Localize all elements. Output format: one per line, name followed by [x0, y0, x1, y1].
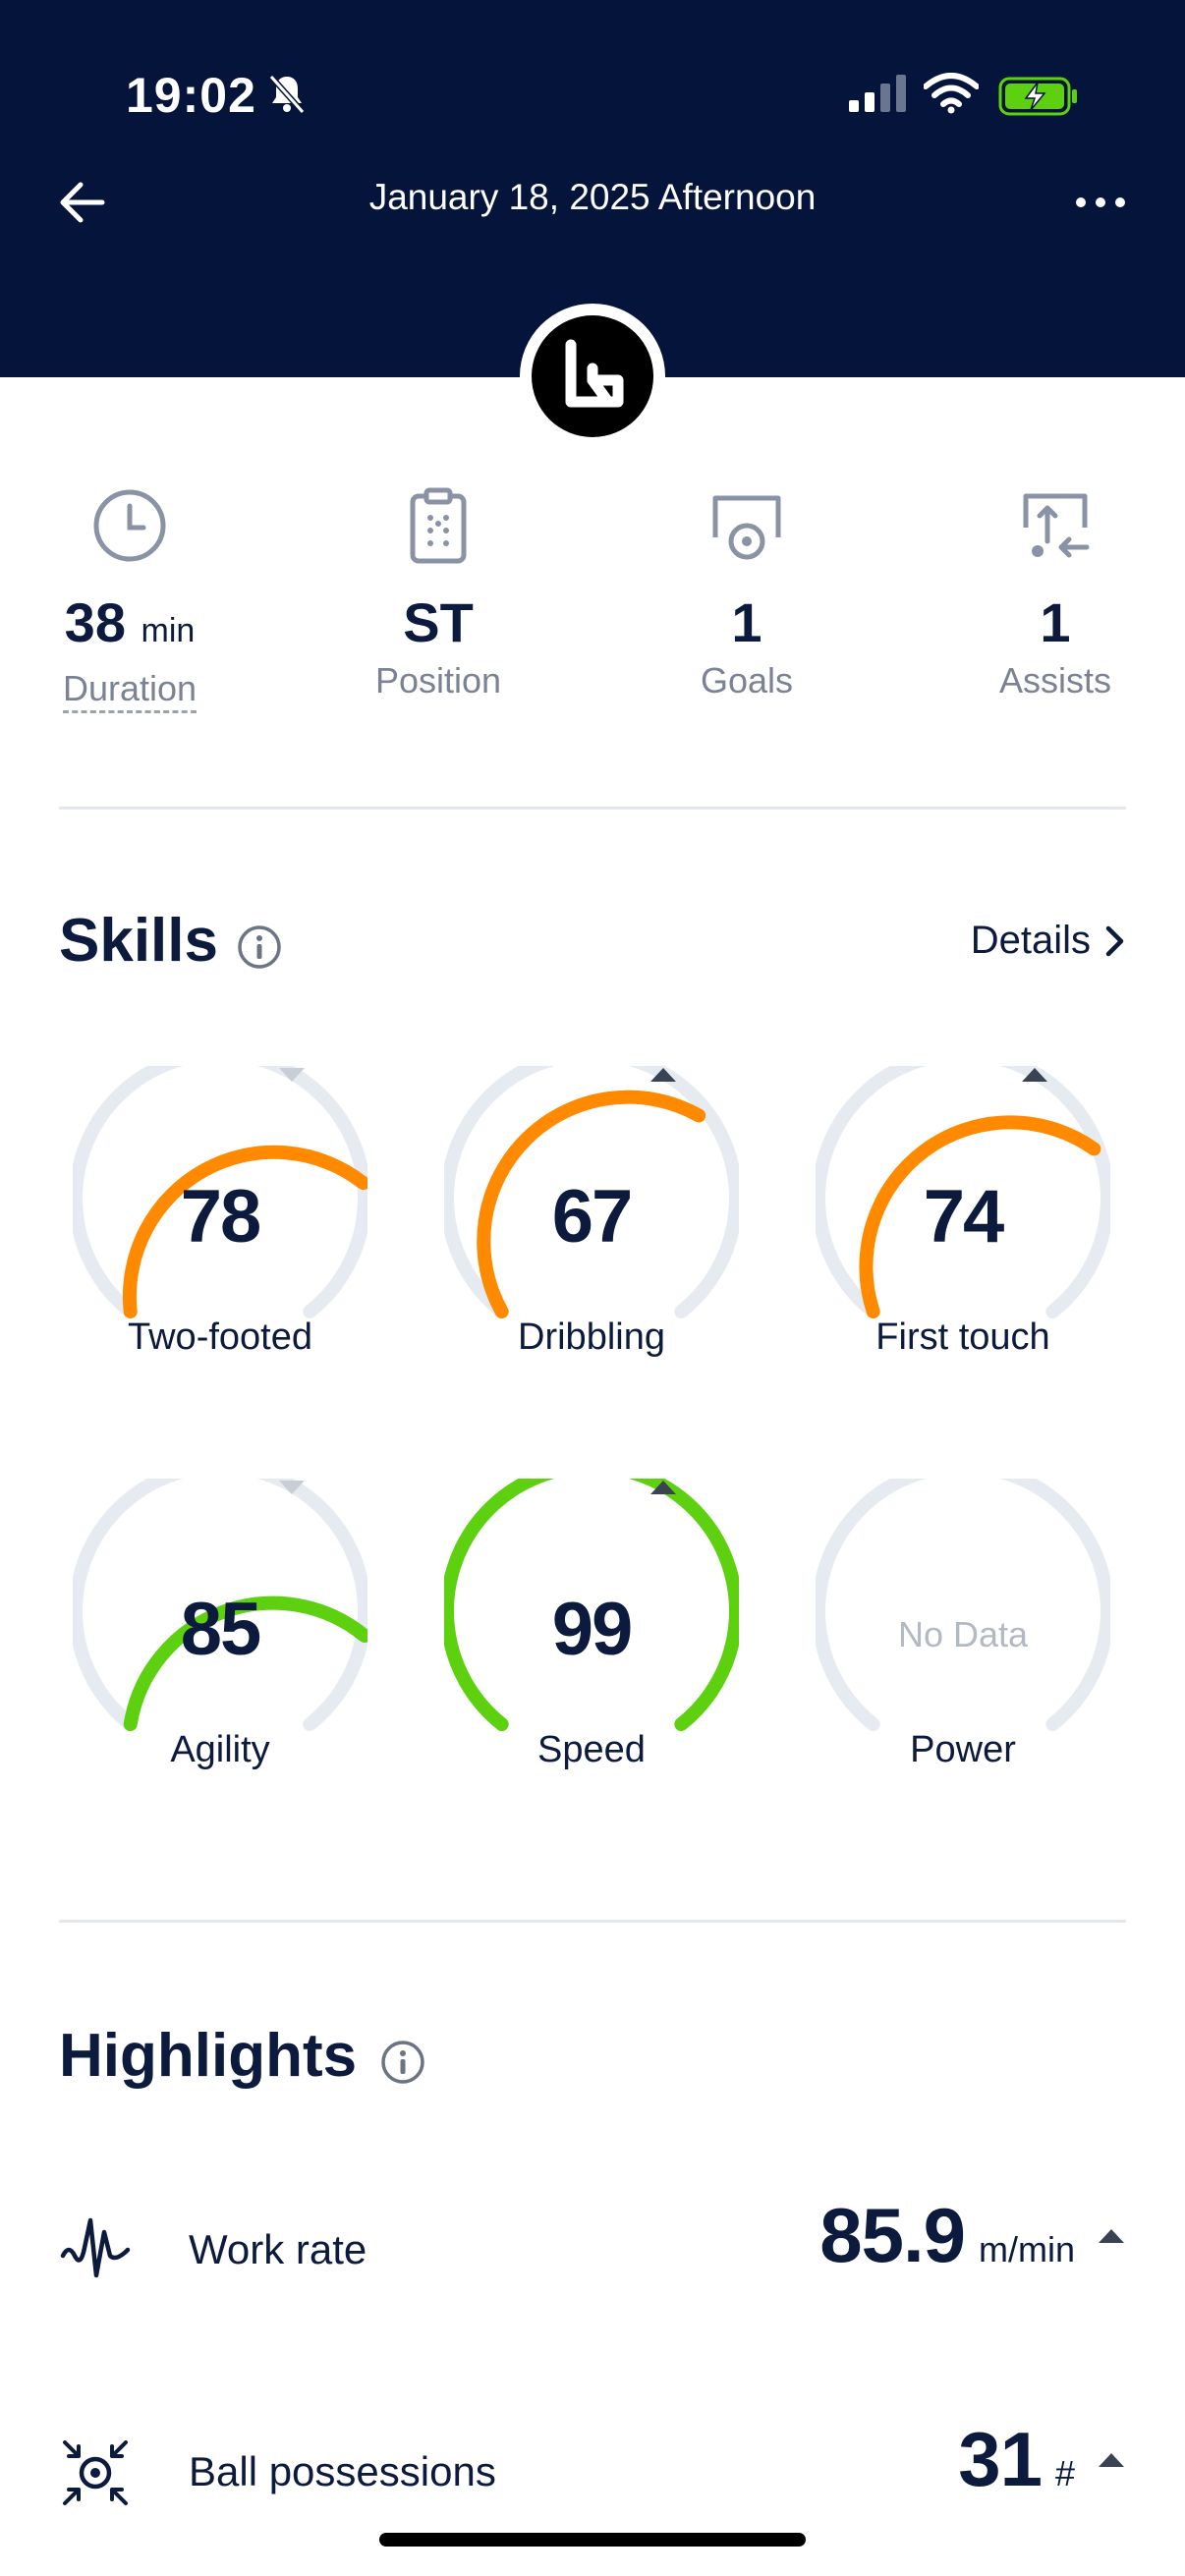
skill-gauge-speed[interactable]: 99 Speed: [444, 1479, 768, 1793]
skill-value: 67: [551, 1175, 634, 1259]
highlight-work-rate[interactable]: Work rate 85.9 m/min: [59, 2191, 1126, 2309]
highlight-value: 31: [958, 2416, 1043, 2502]
chevron-right-icon: [1105, 925, 1124, 956]
skill-label: Speed: [537, 1729, 646, 1770]
goal-icon: [712, 495, 781, 560]
assist-icon: [1023, 493, 1090, 558]
skill-gauge-agility[interactable]: 85 Agility: [73, 1479, 397, 1793]
stat-unit: min: [141, 612, 196, 649]
skill-value: 74: [923, 1175, 1005, 1259]
wifi-icon: [924, 73, 979, 114]
skill-value: 78: [180, 1175, 262, 1259]
highlight-unit: m/min: [979, 2229, 1075, 2269]
stat-value: 38: [64, 591, 126, 653]
home-indicator[interactable]: [379, 2533, 806, 2547]
divider: [59, 1920, 1126, 1923]
skills-details-link[interactable]: Details: [971, 919, 1126, 963]
highlights-title: Highlights: [59, 2022, 358, 2090]
skills-title: Skills: [59, 907, 218, 975]
skill-label: First touch: [875, 1316, 1050, 1358]
stat-value: ST: [403, 591, 474, 653]
stat-label: Assists: [998, 660, 1111, 700]
skill-no-data: No Data: [897, 1614, 1029, 1654]
clock-icon: [93, 489, 166, 562]
trend-up-icon: [1099, 2452, 1124, 2467]
stat-goals: 1 Goals: [619, 481, 875, 703]
skill-value: 99: [551, 1588, 634, 1671]
stat-position: ST Position: [310, 481, 566, 703]
skill-gauge-power[interactable]: No Data Power: [816, 1479, 1140, 1793]
highlight-unit: #: [1054, 2453, 1075, 2493]
skill-gauge-two-footed[interactable]: 78 Two-footed: [73, 1066, 397, 1380]
stat-value: 1: [1040, 591, 1071, 653]
trend-down-icon: [279, 1481, 305, 1494]
stat-label: Goals: [700, 660, 794, 700]
divider: [59, 807, 1126, 810]
highlight-label: Ball possessions: [189, 2448, 496, 2494]
stat-label: Duration: [62, 668, 198, 713]
stat-duration[interactable]: 38 min Duration: [2, 481, 257, 713]
signal-icon: [849, 75, 906, 112]
trend-down-icon: [279, 1068, 305, 1082]
status-time: 19:02: [126, 68, 256, 123]
highlight-value-group: 85.9 m/min: [819, 2191, 1126, 2280]
trend-up-icon: [650, 1481, 676, 1494]
battery-charging-icon: [998, 77, 1077, 116]
skill-value: 85: [180, 1588, 262, 1671]
skill-label: Power: [910, 1729, 1016, 1770]
details-label: Details: [970, 919, 1091, 962]
highlight-ball-possessions[interactable]: Ball possessions 31 #: [59, 2415, 1126, 2533]
highlight-value-group: 31 #: [958, 2415, 1126, 2504]
stat-value: 1: [731, 591, 762, 653]
stat-label: Position: [374, 660, 502, 700]
skill-gauge-first-touch[interactable]: 74 First touch: [816, 1066, 1140, 1380]
page-title: January 18, 2025 Afternoon: [368, 177, 817, 217]
info-icon[interactable]: [379, 2039, 426, 2086]
session-stats: 38 min Duration ST Position 1 Goals 1 As…: [0, 481, 1185, 737]
clipboard-icon: [410, 487, 467, 564]
highlight-value: 85.9: [819, 2192, 966, 2278]
more-options-icon[interactable]: [1073, 193, 1128, 212]
work-rate-icon: [60, 2217, 131, 2278]
stat-assists: 1 Assists: [928, 481, 1183, 703]
bell-muted-icon: [268, 75, 306, 114]
ball-possession-icon: [63, 2440, 128, 2505]
highlight-label: Work rate: [189, 2226, 367, 2272]
skill-gauge-dribbling[interactable]: 67 Dribbling: [444, 1066, 768, 1380]
brand-logo: [520, 304, 665, 449]
trend-up-icon: [1022, 1068, 1047, 1082]
trend-up-icon: [650, 1068, 676, 1082]
info-icon[interactable]: [236, 924, 283, 971]
brand-logo-icon: [565, 339, 624, 408]
skill-label: Two-footed: [128, 1316, 312, 1358]
skill-label: Agility: [170, 1729, 270, 1770]
trend-up-icon: [1099, 2228, 1124, 2243]
skill-label: Dribbling: [518, 1316, 665, 1358]
gauge-arc: [816, 1479, 1110, 1731]
